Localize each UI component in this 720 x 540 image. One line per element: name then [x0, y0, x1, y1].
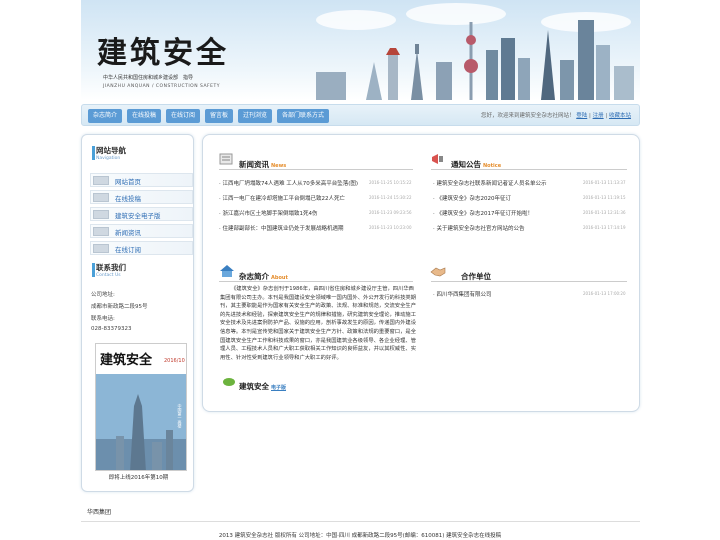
- about-text: 《建筑安全》杂志创刊于1986年，由四川省住房和城乡建设厅主管，四川华西集团有限…: [220, 286, 416, 361]
- partner-item[interactable]: · 四川华西集团有限公司: [433, 290, 492, 298]
- site-logo[interactable]: 建筑安全: [97, 28, 229, 72]
- footer-divider: [81, 521, 640, 522]
- newspaper-icon: [219, 153, 233, 165]
- section-marker: [92, 146, 95, 160]
- nav-archive[interactable]: 过刊浏览: [238, 109, 273, 123]
- notice-item[interactable]: · 《建筑安全》杂志2020年征订: [433, 194, 511, 202]
- sidebar-item-subscribe[interactable]: 在线订阅: [90, 241, 193, 255]
- logo-subtitle: 中华人民共和国住房和城乡建设部 指导: [103, 75, 194, 81]
- house-icon: [220, 265, 234, 277]
- notice-date: 2016-01-13 11:13:37: [583, 180, 626, 185]
- news-title: 新闻资讯: [239, 160, 269, 169]
- address-label: 公司地址:: [91, 292, 115, 298]
- nav-about[interactable]: 杂志简介: [88, 109, 123, 123]
- login-link[interactable]: 登陆: [576, 113, 587, 119]
- nav-subscribe[interactable]: 在线订阅: [166, 109, 201, 123]
- sidebar-item-news[interactable]: 新闻资讯: [90, 224, 193, 238]
- sidebar-item-label: 新闻资讯: [115, 229, 141, 237]
- news-item[interactable]: · 江西一电厂在建冷却塔施工平台倒塌已致22人死亡: [219, 194, 345, 202]
- ebook-heading[interactable]: 建筑安全 电子版: [239, 381, 286, 392]
- divider: [219, 169, 413, 170]
- city-skyline-banner: [316, 3, 634, 100]
- footer-copyright: 2013 建筑安全杂志社 版权所有 公司地址：中国·四川 成都新政路二段95号(…: [218, 533, 502, 539]
- cover-caption[interactable]: 即将上线2016年第10期: [82, 473, 195, 481]
- notice-date: 2016-01-13 11:19:15: [583, 195, 626, 200]
- main-nav: 杂志简介 在线投稿 在线订阅 留言板 过刊浏览 各部门联系方式 您好，欢迎来到建…: [81, 104, 640, 126]
- nav-contacts[interactable]: 各部门联系方式: [277, 109, 330, 123]
- welcome-text: 您好，欢迎来到建筑安全杂志社网站！: [480, 113, 575, 119]
- news-item[interactable]: · 江西电厂坍塌致74人遇难 工人从70多米高平台坠落(图): [219, 179, 358, 187]
- nav-guestbook[interactable]: 留言板: [205, 109, 234, 123]
- footer-link[interactable]: 华西集团: [87, 507, 111, 516]
- news-item[interactable]: · 住建部副部长：中国建筑业仍处于发展战略机遇期: [219, 224, 344, 232]
- site-nav-title: 网站导航: [96, 146, 126, 155]
- sidebar-item-submit[interactable]: 在线投稿: [90, 190, 193, 204]
- ebook-icon: [93, 210, 109, 219]
- notice-date: 2016-01-13 17:14:19: [583, 225, 626, 230]
- partner-date: 2016-01-13 17:00:20: [583, 291, 626, 296]
- ebook-title: 建筑安全: [239, 382, 269, 391]
- favorite-link[interactable]: 收藏本站: [609, 113, 631, 119]
- sidebar-item-ebook[interactable]: 建筑安全电子版: [90, 207, 193, 221]
- sidebar-item-home[interactable]: 网站首页: [90, 173, 193, 187]
- contact-subtitle: Contact Us: [96, 273, 121, 278]
- handshake-icon: [430, 267, 446, 277]
- address-value: 成都市新政路二段95号: [91, 304, 148, 310]
- notice-title: 通知公告: [451, 160, 481, 169]
- news-item[interactable]: · 浙江嘉兴市区土地脚手架倒塌致1死4伤: [219, 209, 318, 217]
- ebook-title-em: 电子版: [271, 385, 287, 391]
- news-date: 2016-11-23 09:23:56: [369, 210, 412, 215]
- register-link[interactable]: 注册: [593, 113, 604, 119]
- site-nav-heading: 网站导航 Navigation: [96, 145, 126, 161]
- welcome-bar: 您好，欢迎来到建筑安全杂志社网站！ 登陆 | 注册 | 收藏本站: [481, 111, 631, 119]
- about-title: 杂志简介: [239, 272, 269, 281]
- logo-subtitle-en: JIANZHU ANQUAN / CONSTRUCTION SAFETY: [103, 84, 220, 89]
- separator: |: [605, 113, 608, 119]
- main-content: 新闻资讯 News · 江西电厂坍塌致74人遇难 工人从70多米高平台坠落(图) …: [202, 134, 640, 412]
- cover-illustration: 建筑安全 2016/10 中国第一高楼: [96, 344, 186, 470]
- notice-date: 2016-01-13 12:31:36: [583, 210, 626, 215]
- sidebar-item-label: 网站首页: [115, 178, 141, 186]
- sidebar-item-label: 建筑安全电子版: [115, 212, 161, 220]
- cover-vertical-text: 中国第一高楼: [178, 403, 183, 429]
- notice-item[interactable]: · 《建筑安全》杂志2017年征订开始啦！: [433, 209, 533, 217]
- contact-heading: 联系我们 Contact Us: [96, 262, 126, 278]
- site-nav-subtitle: Navigation: [96, 156, 121, 161]
- cover-issue: 2016/10: [164, 358, 185, 364]
- divider: [219, 281, 413, 282]
- phone-value: 028-83379323: [91, 326, 132, 332]
- news-date: 2016-11-23 10:23:00: [369, 225, 412, 230]
- leaf-icon: [223, 378, 235, 386]
- nav-submit[interactable]: 在线投稿: [127, 109, 162, 123]
- left-sidebar: 网站导航 Navigation 网站首页 在线投稿 建筑安全电子版 新闻资讯 在…: [81, 134, 194, 492]
- megaphone-icon: [432, 154, 443, 164]
- section-marker: [92, 263, 95, 277]
- contact-title: 联系我们: [96, 263, 126, 272]
- submit-icon: [93, 193, 109, 202]
- site-header: 建筑安全 中华人民共和国住房和城乡建设部 指导 JIANZHU ANQUAN /…: [81, 0, 640, 100]
- news-icon: [93, 227, 109, 236]
- phone-label: 联系电话:: [91, 316, 115, 322]
- news-date: 2016-11-25 10:15:22: [369, 180, 412, 185]
- subscribe-icon: [93, 244, 109, 253]
- home-icon: [93, 176, 109, 185]
- divider: [431, 169, 627, 170]
- notice-item[interactable]: · 建筑安全杂志社联系新闻记者证人员名单公示: [433, 179, 547, 187]
- notice-item[interactable]: · 关于建筑安全杂志社官方网站的公告: [433, 224, 525, 232]
- divider: [431, 281, 627, 282]
- separator: |: [589, 113, 591, 119]
- sidebar-item-label: 在线订阅: [115, 246, 141, 254]
- news-date: 2016-11-24 15:30:22: [369, 195, 412, 200]
- sidebar-item-label: 在线投稿: [115, 195, 141, 203]
- cover-logo: 建筑安全: [100, 352, 153, 368]
- magazine-cover[interactable]: 建筑安全 2016/10 中国第一高楼: [95, 343, 187, 471]
